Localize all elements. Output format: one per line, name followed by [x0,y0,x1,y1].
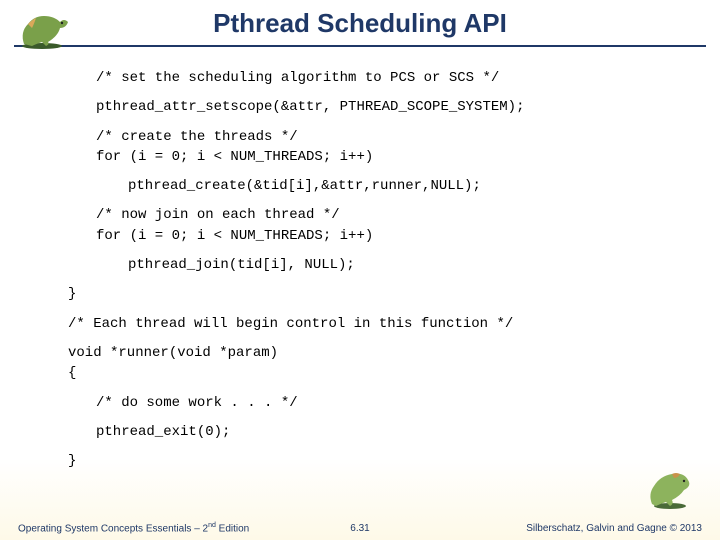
footer-page-number: 6.31 [350,523,369,534]
footer-book-title: Operating System Concepts Essentials – 2 [18,523,208,534]
code-line: /* set the scheduling algorithm to PCS o… [96,68,688,88]
code-line: /* now join on each thread */ for (i = 0… [96,205,688,246]
dinosaur-bottom-icon [644,466,696,510]
footer-edition-sup: nd [208,522,216,529]
slide-header: Pthread Scheduling API [0,0,720,47]
code-line: } [68,451,688,471]
dinosaur-top-icon [14,6,74,50]
footer-edition: Edition [216,523,249,534]
footer-left: Operating System Concepts Essentials – 2… [18,522,249,534]
code-line: pthread_exit(0); [96,422,688,442]
footer-copyright: Silberschatz, Galvin and Gagne © 2013 [526,523,702,534]
slide: Pthread Scheduling API /* set the schedu… [0,0,720,540]
code-line: pthread_attr_setscope(&attr, PTHREAD_SCO… [96,97,688,117]
page-title: Pthread Scheduling API [0,8,720,39]
code-line: } [68,284,688,304]
code-line: /* do some work . . . */ [96,393,688,413]
slide-footer: Operating System Concepts Essentials – 2… [0,522,720,534]
code-line: /* Each thread will begin control in thi… [68,314,688,334]
code-line: pthread_create(&tid[i],&attr,runner,NULL… [96,176,688,196]
title-divider [14,45,706,47]
code-content: /* set the scheduling algorithm to PCS o… [96,68,688,480]
code-line: pthread_join(tid[i], NULL); [96,255,688,275]
code-line: /* create the threads */ for (i = 0; i <… [96,127,688,168]
code-line: void *runner(void *param) { [68,343,688,384]
